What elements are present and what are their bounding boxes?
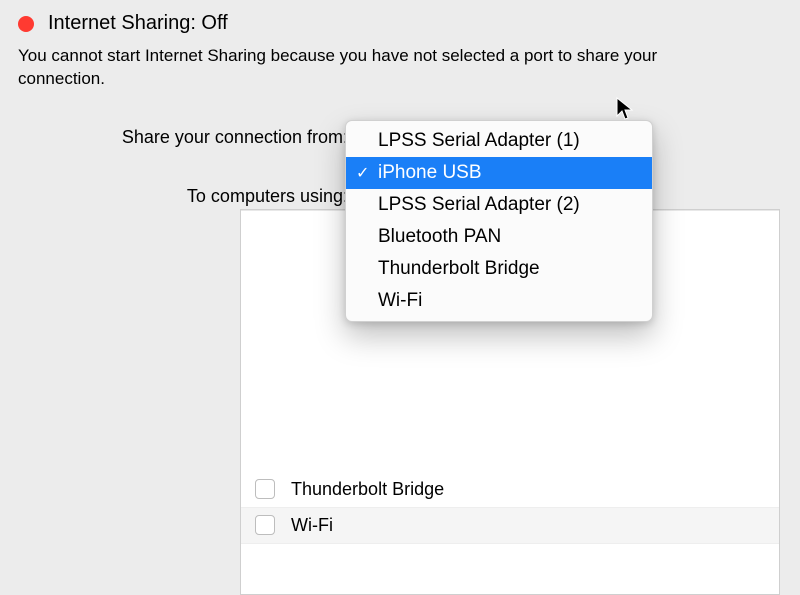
menu-item-label: LPSS Serial Adapter (2) [378,194,580,216]
menu-item-lpss-serial-1[interactable]: LPSS Serial Adapter (1) [346,125,652,157]
checkmark-icon: ✓ [356,163,369,183]
to-computers-label: To computers using: [0,186,348,207]
menu-item-label: iPhone USB [378,162,482,184]
status-explanation: You cannot start Internet Sharing becaus… [0,39,720,91]
share-from-dropdown[interactable]: LPSS Serial Adapter (1) ✓ iPhone USB LPS… [345,120,653,322]
ports-list-empty [241,544,779,594]
port-row-thunderbolt-bridge[interactable]: Thunderbolt Bridge [241,472,779,508]
menu-item-thunderbolt-bridge[interactable]: Thunderbolt Bridge [346,253,652,285]
port-name: Wi-Fi [291,515,333,536]
menu-item-label: Wi-Fi [378,290,422,312]
port-name: Thunderbolt Bridge [291,479,444,500]
port-checkbox[interactable] [255,479,275,499]
menu-item-iphone-usb[interactable]: ✓ iPhone USB [346,157,652,189]
header: Internet Sharing: Off [0,0,800,39]
port-row-wifi[interactable]: Wi-Fi [241,508,779,544]
share-from-label: Share your connection from: [0,127,348,148]
port-checkbox[interactable] [255,515,275,535]
page-title: Internet Sharing: Off [48,12,228,35]
menu-item-wifi[interactable]: Wi-Fi [346,285,652,317]
menu-item-lpss-serial-2[interactable]: LPSS Serial Adapter (2) [346,189,652,221]
menu-item-bluetooth-pan[interactable]: Bluetooth PAN [346,221,652,253]
menu-item-label: LPSS Serial Adapter (1) [378,130,580,152]
menu-item-label: Bluetooth PAN [378,226,501,248]
menu-item-label: Thunderbolt Bridge [378,258,540,280]
status-indicator-icon [18,16,34,32]
